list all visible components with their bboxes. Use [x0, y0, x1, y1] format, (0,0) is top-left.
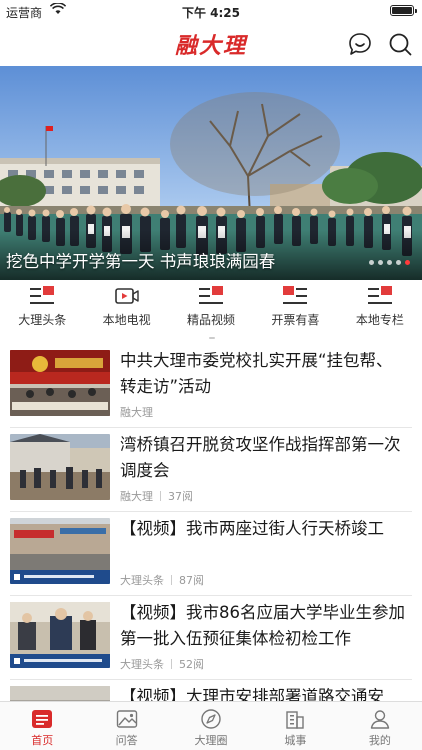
tab-city-affairs[interactable]: 城事: [253, 702, 337, 750]
category-local-tv[interactable]: 本地电视: [84, 280, 168, 340]
category-label: 开票有喜: [271, 313, 320, 327]
carousel-dot[interactable]: [369, 260, 374, 265]
list-item[interactable]: 【视频】我市86名应届大学毕业生参加第一批入伍预征集体检初检工作 大理头条 52阅: [10, 596, 412, 680]
carousel-dot-active[interactable]: [405, 260, 410, 265]
category-label: 本地专栏: [355, 313, 404, 327]
news-title: 中共大理市委党校扎实开展“挂包帮、转走访”活动: [120, 351, 393, 396]
news-meta: 融大理: [120, 404, 153, 420]
news-source: 大理头条: [120, 658, 164, 671]
category-lottery[interactable]: 开票有喜: [253, 280, 337, 340]
category-nav: 大理头条 本地电视 精品视频 开票有喜 本地专栏: [0, 280, 422, 340]
news-lines-icon: [30, 286, 55, 304]
chat-icon[interactable]: [346, 30, 374, 58]
battery-icon: [390, 5, 417, 16]
tab-label: 问答: [115, 734, 138, 747]
news-title: 湾桥镇召开脱贫攻坚作战指挥部第一次调度会: [120, 435, 401, 480]
news-list: 中共大理市委党校扎实开展“挂包帮、转走访”活动 融大理 湾桥镇召开脱贫攻坚作战指…: [0, 344, 422, 750]
app-header: 融大理: [0, 22, 422, 66]
news-lines-icon: [199, 286, 224, 304]
news-title: 【视频】我市86名应届大学毕业生参加第一批入伍预征集体检初检工作: [120, 603, 405, 648]
tab-label: 城事: [284, 734, 307, 747]
bottom-tab-bar: 首页 问答 大理圈 城事 我的: [0, 701, 422, 750]
tab-label: 大理圈: [194, 734, 228, 747]
tab-qa[interactable]: 问答: [84, 702, 168, 750]
meta-divider: [160, 491, 161, 501]
list-item[interactable]: 中共大理市委党校扎实开展“挂包帮、转走访”活动 融大理: [10, 344, 412, 428]
news-meta: 融大理 37阅: [120, 488, 193, 504]
list-item[interactable]: 湾桥镇召开脱贫攻坚作战指挥部第一次调度会 融大理 37阅: [10, 428, 412, 512]
category-featured-video[interactable]: 精品视频: [169, 280, 253, 340]
category-page-indicator: [209, 337, 215, 339]
home-icon: [32, 710, 53, 728]
news-views: 37阅: [168, 490, 193, 503]
banner-carousel[interactable]: 挖色中学开学第一天 书声琅琅满园春: [0, 66, 422, 280]
news-thumbnail: [10, 350, 110, 416]
news-source: 融大理: [120, 490, 153, 503]
news-meta: 大理头条 52阅: [120, 656, 204, 672]
news-thumbnail: [10, 434, 110, 500]
list-item[interactable]: 【视频】我市两座过街人行天桥竣工 大理头条 87阅: [10, 512, 412, 596]
meta-divider: [171, 659, 172, 669]
news-lines-icon: [367, 286, 392, 304]
tab-mine[interactable]: 我的: [338, 702, 422, 750]
category-local-column[interactable]: 本地专栏: [338, 280, 422, 340]
news-source: 大理头条: [120, 574, 164, 587]
news-thumbnail: [10, 602, 110, 668]
video-camera-icon: [114, 288, 139, 304]
user-icon: [370, 710, 390, 729]
carousel-dot[interactable]: [378, 260, 383, 265]
category-dali-headlines[interactable]: 大理头条: [0, 280, 84, 340]
carousel-dot[interactable]: [396, 260, 401, 265]
tab-home[interactable]: 首页: [0, 702, 84, 750]
news-source: 融大理: [120, 406, 153, 419]
news-title: 【视频】我市两座过街人行天桥竣工: [120, 519, 384, 538]
banner-caption[interactable]: 挖色中学开学第一天 书声琅琅满园春: [6, 248, 275, 272]
carousel-dot[interactable]: [387, 260, 392, 265]
category-label: 精品视频: [187, 313, 236, 327]
news-thumbnail: [10, 518, 110, 584]
tab-dali-circle[interactable]: 大理圈: [169, 702, 253, 750]
clock: 下午 4:25: [181, 6, 241, 20]
news-views: 87阅: [179, 574, 204, 587]
news-views: 52阅: [179, 658, 204, 671]
image-icon: [116, 710, 137, 728]
compass-icon: [201, 709, 221, 729]
meta-divider: [171, 575, 172, 585]
news-lines-icon: [283, 286, 308, 304]
building-icon: [286, 711, 305, 729]
carousel-indicator: [369, 260, 410, 265]
search-icon[interactable]: [386, 30, 414, 58]
category-label: 本地电视: [102, 313, 151, 327]
tab-label: 首页: [31, 734, 54, 747]
status-bar: 运营商 下午 4:25: [0, 0, 422, 22]
category-label: 大理头条: [18, 313, 67, 327]
news-meta: 大理头条 87阅: [120, 572, 204, 588]
tab-label: 我的: [368, 734, 391, 747]
